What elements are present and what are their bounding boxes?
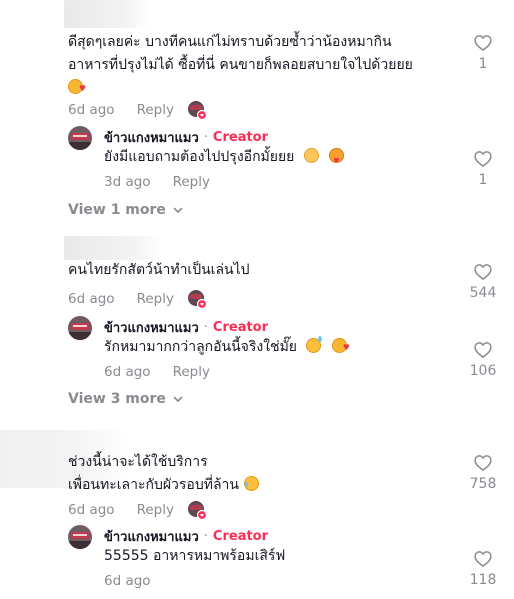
like-count: 758 bbox=[469, 476, 497, 492]
creator-badge: Creator bbox=[212, 529, 269, 544]
smiling-face-with-hearts-icon: ♥ bbox=[331, 338, 350, 353]
comment-meta: 6d ago Reply bbox=[68, 288, 208, 310]
reply-button[interactable]: Reply bbox=[173, 364, 210, 380]
creator-reply-text: รักหมามากกว่าลูกอันนี้จริงใช่มั๊ย ♥ bbox=[104, 336, 350, 359]
heart-outline-icon bbox=[473, 262, 493, 282]
heart-outline-icon bbox=[473, 340, 493, 360]
commenter-name-blurred bbox=[64, 0, 150, 28]
heart-outline-icon bbox=[473, 453, 493, 473]
avatar-image-icon bbox=[68, 316, 92, 340]
view-more-label: View 3 more bbox=[68, 391, 166, 407]
like-button[interactable]: 758 bbox=[463, 453, 503, 492]
avatar-image-icon bbox=[68, 126, 92, 150]
creator-name[interactable]: ข้าวแกงหมาแมว bbox=[104, 127, 199, 148]
reply-meta: 6d ago Reply bbox=[104, 364, 210, 380]
comment-text-line: ดีสุดๆเลยค่ะ บางทีคนแก่ไม่ทราบด้วยซ้ำว่า… bbox=[68, 34, 392, 50]
chevron-down-icon bbox=[172, 393, 184, 405]
creator-reply-text: ยังมีแอบถามต้องไปปรุงอีกมั้ยยย bbox=[104, 146, 345, 169]
creator-name[interactable]: ข้าวแกงหมาแมว bbox=[104, 317, 199, 338]
like-count: 1 bbox=[478, 172, 488, 188]
reply-meta: 6d ago bbox=[104, 573, 151, 589]
reply-time: 6d ago bbox=[104, 573, 151, 589]
like-button[interactable]: 1 bbox=[463, 149, 503, 188]
rolling-on-floor-laughing-icon bbox=[241, 473, 262, 494]
reply-button[interactable]: Reply bbox=[173, 174, 210, 190]
grinning-sweat-face-icon bbox=[306, 336, 323, 353]
reply-button[interactable]: Reply bbox=[137, 102, 174, 118]
creator-name-row: ข้าวแกงหมาแมว · Creator bbox=[104, 526, 268, 547]
comment-text-line: ♥ bbox=[68, 77, 413, 100]
creator-liked-avatar-icon bbox=[187, 501, 208, 521]
comment-text-line: ช่วงนี้น่าจะได้ใช้บริการ bbox=[68, 454, 208, 470]
reply-time: 3d ago bbox=[104, 174, 151, 190]
comment-time: 6d ago bbox=[68, 502, 115, 518]
comment-text: ช่วงนี้น่าจะได้ใช้บริการ เพื่อนทะเลาะกับ… bbox=[68, 451, 262, 497]
creator-reply-text: 55555 อาหารหมาพร้อมเสิร์ฟ bbox=[104, 548, 286, 564]
view-more-label: View 1 more bbox=[68, 202, 166, 218]
like-count: 118 bbox=[469, 572, 497, 588]
comment-text: คนไทยรักสัตว์น้าทำเป็นเล่นไป bbox=[68, 259, 250, 282]
comment-text-line: คนไทยรักสัตว์น้าทำเป็นเล่นไป bbox=[68, 262, 250, 278]
comment-text-line: เพื่อนทะเลาะกับผัวรอบที่ล้าน bbox=[68, 473, 262, 497]
heart-outline-icon bbox=[473, 33, 493, 53]
reply-meta: 3d ago Reply bbox=[104, 174, 210, 190]
heart-outline-icon bbox=[473, 549, 493, 569]
separator-dot: · bbox=[203, 529, 208, 544]
smiling-face-with-hearts-icon: ♥ bbox=[68, 79, 86, 94]
creator-liked-avatar-icon bbox=[187, 290, 208, 310]
like-button[interactable]: 106 bbox=[463, 340, 503, 379]
comment-text: ดีสุดๆเลยค่ะ บางทีคนแก่ไม่ทราบด้วยซ้ำว่า… bbox=[68, 31, 413, 100]
like-count: 106 bbox=[469, 363, 497, 379]
heart-outline-icon bbox=[473, 149, 493, 169]
creator-liked-avatar bbox=[186, 99, 208, 121]
like-button[interactable]: 1 bbox=[463, 33, 503, 72]
separator-dot: · bbox=[203, 320, 208, 335]
chevron-down-icon bbox=[172, 204, 184, 216]
woozy-face-icon bbox=[303, 148, 319, 163]
commenter-name-blurred bbox=[64, 236, 162, 260]
comment-text-line: อาหารที่ปรุงไม่ได้ ซื้อที่นี่ คนขายก็พลอ… bbox=[68, 57, 413, 73]
creator-avatar[interactable] bbox=[68, 525, 92, 549]
reply-time: 6d ago bbox=[104, 364, 151, 380]
view-more-replies[interactable]: View 1 more bbox=[68, 202, 184, 218]
like-count: 1 bbox=[478, 56, 488, 72]
reply-button[interactable]: Reply bbox=[137, 291, 174, 307]
avatar-image-icon bbox=[68, 525, 92, 549]
creator-liked-avatar bbox=[186, 499, 208, 521]
creator-avatar[interactable] bbox=[68, 316, 92, 340]
comment-meta: 6d ago Reply bbox=[68, 99, 208, 121]
creator-name-row: ข้าวแกงหมาแมว · Creator bbox=[104, 317, 268, 338]
like-button[interactable]: 544 bbox=[463, 262, 503, 301]
like-button[interactable]: 118 bbox=[463, 549, 503, 588]
creator-name-row: ข้าวแกงหมาแมว · Creator bbox=[104, 127, 268, 148]
creator-badge: Creator bbox=[212, 320, 269, 335]
creator-avatar[interactable] bbox=[68, 126, 92, 150]
comment-meta: 6d ago Reply bbox=[68, 499, 208, 521]
creator-liked-avatar-icon bbox=[187, 101, 208, 121]
creator-name[interactable]: ข้าวแกงหมาแมว bbox=[104, 526, 199, 547]
view-more-replies[interactable]: View 3 more bbox=[68, 391, 184, 407]
separator-dot: · bbox=[203, 130, 208, 145]
like-count: 544 bbox=[469, 285, 497, 301]
comment-time: 6d ago bbox=[68, 102, 115, 118]
creator-badge: Creator bbox=[212, 130, 269, 145]
reply-button[interactable]: Reply bbox=[137, 502, 174, 518]
squinting-tongue-face-icon bbox=[329, 148, 345, 163]
creator-liked-avatar bbox=[186, 288, 208, 310]
comment-time: 6d ago bbox=[68, 291, 115, 307]
